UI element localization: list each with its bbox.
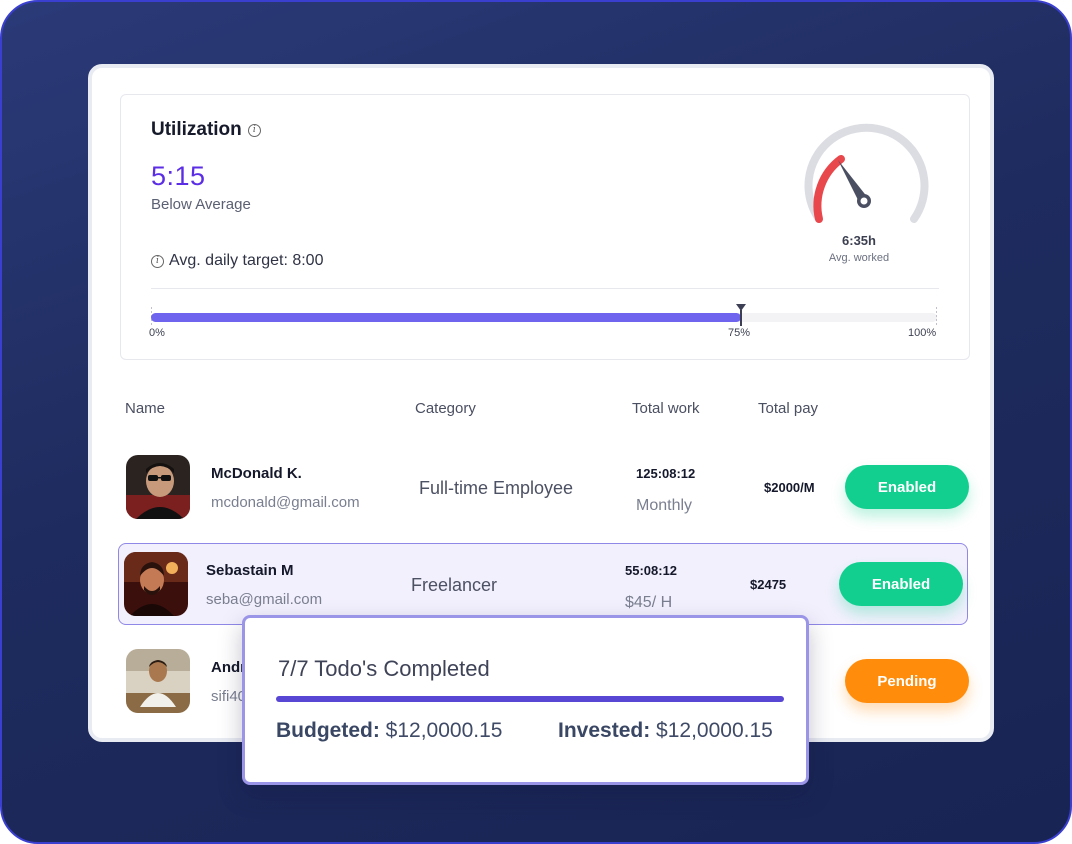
invested-value: $12,0000.15 — [656, 719, 773, 742]
progress-tick-end — [936, 307, 937, 327]
budgeted-value: $12,0000.15 — [385, 719, 503, 742]
progress-label-current: 75% — [728, 327, 751, 339]
person-email: sifi40 — [211, 688, 247, 705]
total-work: 55:08:12 — [625, 563, 678, 578]
column-header-category[interactable]: Category — [415, 400, 476, 417]
background-frame: Utilization i 5:15 Below Average i Avg. … — [0, 0, 1072, 844]
budgeted-amount: Budgeted: $12,0000.15 — [276, 719, 502, 743]
info-icon[interactable]: i — [247, 123, 261, 137]
popup-title: 7/7 Todo's Completed — [278, 656, 490, 681]
utilization-value: 5:15 — [151, 161, 206, 191]
avatar — [126, 649, 190, 713]
utilization-panel: Utilization i 5:15 Below Average i Avg. … — [120, 94, 970, 360]
progress-label-end: 100% — [908, 327, 937, 339]
progress-track — [151, 304, 937, 327]
avg-daily-target-text: Avg. daily target: 8:00 — [169, 252, 324, 269]
status-button-pending[interactable]: Pending — [845, 659, 969, 703]
total-pay: $2475 — [750, 577, 787, 592]
person-email: seba@gmail.com — [206, 591, 323, 608]
progress-marker-line — [740, 310, 742, 326]
progress-fill — [151, 313, 741, 322]
total-pay: $2000/M — [764, 480, 815, 495]
utilization-title: Utilization i — [151, 119, 261, 141]
table-row-selected[interactable]: Sebastain M seba@gmail.com Freelancer 55… — [118, 543, 968, 625]
avatar — [124, 552, 188, 616]
popup-progress-bar — [276, 696, 784, 702]
avg-daily-target: i Avg. daily target: 8:00 — [151, 252, 323, 270]
utilization-status: Below Average — [151, 196, 251, 213]
column-header-total-pay[interactable]: Total pay — [758, 400, 818, 417]
person-name: McDonald K. — [211, 465, 302, 482]
gauge-chart — [804, 123, 929, 223]
column-header-name[interactable]: Name — [125, 400, 165, 417]
category: Freelancer — [411, 575, 498, 595]
work-period: $45/ H — [625, 594, 673, 611]
todo-summary-popup: 7/7 Todo's Completed Budgeted: $12,0000.… — [242, 615, 809, 785]
person-name: Sebastain M — [206, 562, 294, 579]
progress-label-start: 0% — [149, 327, 165, 339]
total-work: 125:08:12 — [636, 466, 696, 481]
status-button-enabled[interactable]: Enabled — [839, 562, 963, 606]
budgeted-label: Budgeted: — [276, 719, 380, 742]
column-header-total-work[interactable]: Total work — [632, 400, 700, 417]
invested-amount: Invested: $12,0000.15 — [558, 719, 773, 743]
person-name: Andr — [211, 659, 246, 676]
gauge-low-arc — [813, 155, 845, 223]
info-icon: i — [151, 254, 164, 268]
avatar — [126, 455, 190, 519]
gauge-label: Avg. worked — [828, 252, 890, 264]
person-email: mcdonald@gmail.com — [211, 494, 360, 511]
utilization-title-text: Utilization — [151, 119, 242, 140]
status-button-enabled[interactable]: Enabled — [845, 465, 969, 509]
gauge-value: 6:35h — [842, 233, 876, 248]
invested-label: Invested: — [558, 719, 651, 742]
progress-marker[interactable] — [736, 304, 746, 311]
work-period: Monthly — [636, 497, 693, 514]
table-row[interactable]: McDonald K. mcdonald@gmail.com Full-time… — [122, 446, 969, 528]
category: Full-time Employee — [419, 478, 574, 498]
divider — [151, 288, 939, 289]
